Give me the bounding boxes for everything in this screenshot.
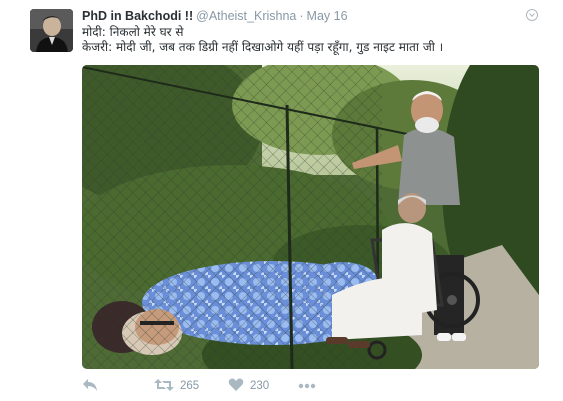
retweet-icon xyxy=(154,378,174,395)
like-count: 230 xyxy=(250,380,270,392)
tweet-photo[interactable] xyxy=(82,65,539,369)
display-name[interactable]: PhD in Bakchodi !! xyxy=(82,9,193,23)
chevron-down-icon[interactable] xyxy=(526,9,538,21)
tweet-actions: 265 230 xyxy=(82,376,522,396)
retweet-count: 265 xyxy=(180,380,200,392)
tweet-header: PhD in Bakchodi !! @Atheist_Krishna · May 1… xyxy=(82,8,348,24)
heart-icon xyxy=(228,378,244,395)
tweet-text-line-1: मोदी: निकलो मेरे घर से xyxy=(82,25,184,39)
retweet-button[interactable]: 265 xyxy=(154,376,199,396)
more-dots-icon xyxy=(298,380,316,392)
tweet-card[interactable]: PhD in Bakchodi !! @Atheist_Krishna · May 1… xyxy=(0,0,563,401)
reply-icon xyxy=(82,378,98,395)
user-handle[interactable]: @Atheist_Krishna xyxy=(196,9,296,23)
more-button[interactable] xyxy=(298,376,316,396)
like-button[interactable]: 230 xyxy=(228,376,269,396)
tweet-text-line-2: केजरी: मोदी जी, जब तक डिग्री नहीं दिखाओग… xyxy=(82,40,444,54)
avatar[interactable] xyxy=(30,9,73,52)
separator: · xyxy=(299,9,304,23)
timestamp[interactable]: May 16 xyxy=(307,9,348,23)
reply-button[interactable] xyxy=(82,376,98,396)
